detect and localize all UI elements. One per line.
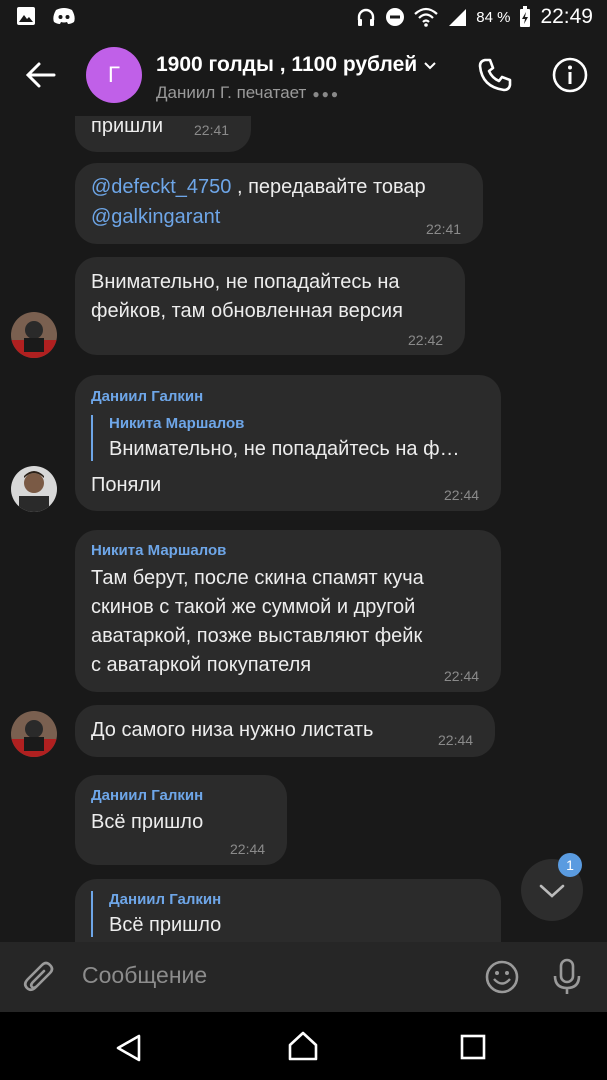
chevron-down-icon: [424, 62, 436, 70]
discord-icon: [53, 8, 75, 24]
message-text: аватаркой, позже выставляют фейк: [91, 625, 423, 647]
wifi-icon: [414, 7, 438, 27]
info-icon[interactable]: [551, 56, 589, 94]
nav-back-icon[interactable]: [113, 1032, 145, 1064]
chat-avatar[interactable]: Г: [86, 47, 142, 103]
message-bubble[interactable]: До самого низа нужно листать 22:44: [75, 705, 495, 757]
attach-icon[interactable]: [22, 960, 58, 996]
reply-quote[interactable]: Никита Маршалов Внимательно, не попадайт…: [91, 415, 460, 461]
reply-sender-name: Даниил Галкин: [109, 891, 222, 908]
sender-name[interactable]: Даниил Галкин: [91, 388, 203, 405]
message-bubble[interactable]: пришли 22:41: [75, 116, 251, 152]
reply-text: Всё пришло: [109, 914, 222, 936]
headphones-icon: [358, 8, 375, 26]
message-time: 22:44: [444, 668, 480, 684]
sender-name[interactable]: Никита Маршалов: [91, 542, 226, 559]
typing-dots-icon: ●●●: [312, 86, 341, 101]
message-text: с аватаркой покупателя: [91, 654, 312, 676]
user-avatar[interactable]: [11, 466, 57, 512]
typing-text: Даниил Г. печатает: [156, 83, 307, 102]
message-text: пришли: [91, 116, 164, 137]
user-avatar[interactable]: [11, 711, 57, 757]
battery-percent: 84 %: [476, 8, 511, 26]
message-text: фейков, там обновленная версия: [91, 300, 403, 322]
message-text: Внимательно, не попадайтесь на: [91, 271, 400, 293]
reply-quote[interactable]: Даниил Галкин Всё пришло: [91, 891, 221, 937]
message-list[interactable]: пришли 22:41 @defeckt_4750 , передавайте…: [0, 116, 607, 942]
chat-title-text: 1900 голды , 1100 рублей: [156, 53, 418, 76]
message-bubble[interactable]: @defeckt_4750 , передавайте товар @galki…: [75, 163, 483, 244]
chat-header: Г 1900 голды , 1100 рублей Даниил Г. печ…: [0, 36, 607, 116]
chat-title[interactable]: 1900 голды , 1100 рублей: [156, 53, 437, 77]
mention-link[interactable]: @galkingarant: [91, 203, 220, 232]
nav-recents-icon[interactable]: [460, 1034, 486, 1060]
message-text: @defeckt_4750 , передавайте товар: [91, 173, 426, 202]
battery-charging-icon: [520, 6, 531, 27]
message-time: 22:44: [230, 841, 266, 857]
phone-call-icon[interactable]: [476, 56, 514, 94]
message-bubble[interactable]: Внимательно, не попадайтесь на фейков, т…: [75, 257, 465, 355]
message-bubble[interactable]: Даниил Галкин Всё пришло 22:44: [75, 775, 287, 865]
user-avatar[interactable]: [11, 312, 57, 358]
message-time: 22:41: [194, 122, 230, 138]
unread-badge: 1: [558, 853, 582, 877]
do-not-disturb-icon: [386, 8, 405, 26]
back-arrow-icon[interactable]: [24, 58, 58, 92]
reply-sender-name: Никита Маршалов: [109, 415, 245, 432]
message-input[interactable]: Сообщение: [82, 962, 207, 989]
message-bubble[interactable]: Даниил Галкин Никита Маршалов Внимательн…: [75, 375, 501, 511]
message-bubble[interactable]: Никита Маршалов Там берут, после скина с…: [75, 530, 501, 692]
message-text: Всё пришло: [91, 811, 204, 833]
mention-link[interactable]: @defeckt_4750: [91, 176, 231, 198]
emoji-icon[interactable]: [484, 959, 520, 995]
message-text: Поняли: [91, 474, 162, 496]
typing-status: Даниил Г. печатает ●●●: [156, 83, 340, 103]
message-text: До самого низа нужно листать: [91, 719, 374, 741]
message-composer: Сообщение: [0, 942, 607, 1012]
message-time: 22:42: [408, 332, 444, 348]
message-time: 22:44: [438, 732, 474, 748]
message-text: скинов с такой же суммой и другой: [91, 596, 416, 618]
gallery-icon: [17, 7, 35, 25]
message-text: Там берут, после скина спамят куча: [91, 567, 424, 589]
nav-home-icon[interactable]: [286, 1030, 320, 1062]
message-text-part: , передавайте товар: [231, 176, 426, 198]
message-time: 22:44: [444, 487, 480, 503]
clock: 22:49: [540, 5, 593, 28]
signal-icon: [449, 9, 467, 26]
message-time: 22:41: [426, 221, 462, 237]
sender-name[interactable]: Даниил Галкин: [91, 787, 203, 804]
system-nav-bar: [0, 1012, 607, 1080]
reply-text: Внимательно, не попадайтесь на ф…: [109, 438, 460, 460]
message-bubble[interactable]: Даниил Галкин Всё пришло: [75, 879, 501, 942]
status-bar: 84 % 22:49: [0, 0, 607, 36]
microphone-icon[interactable]: [550, 958, 584, 996]
